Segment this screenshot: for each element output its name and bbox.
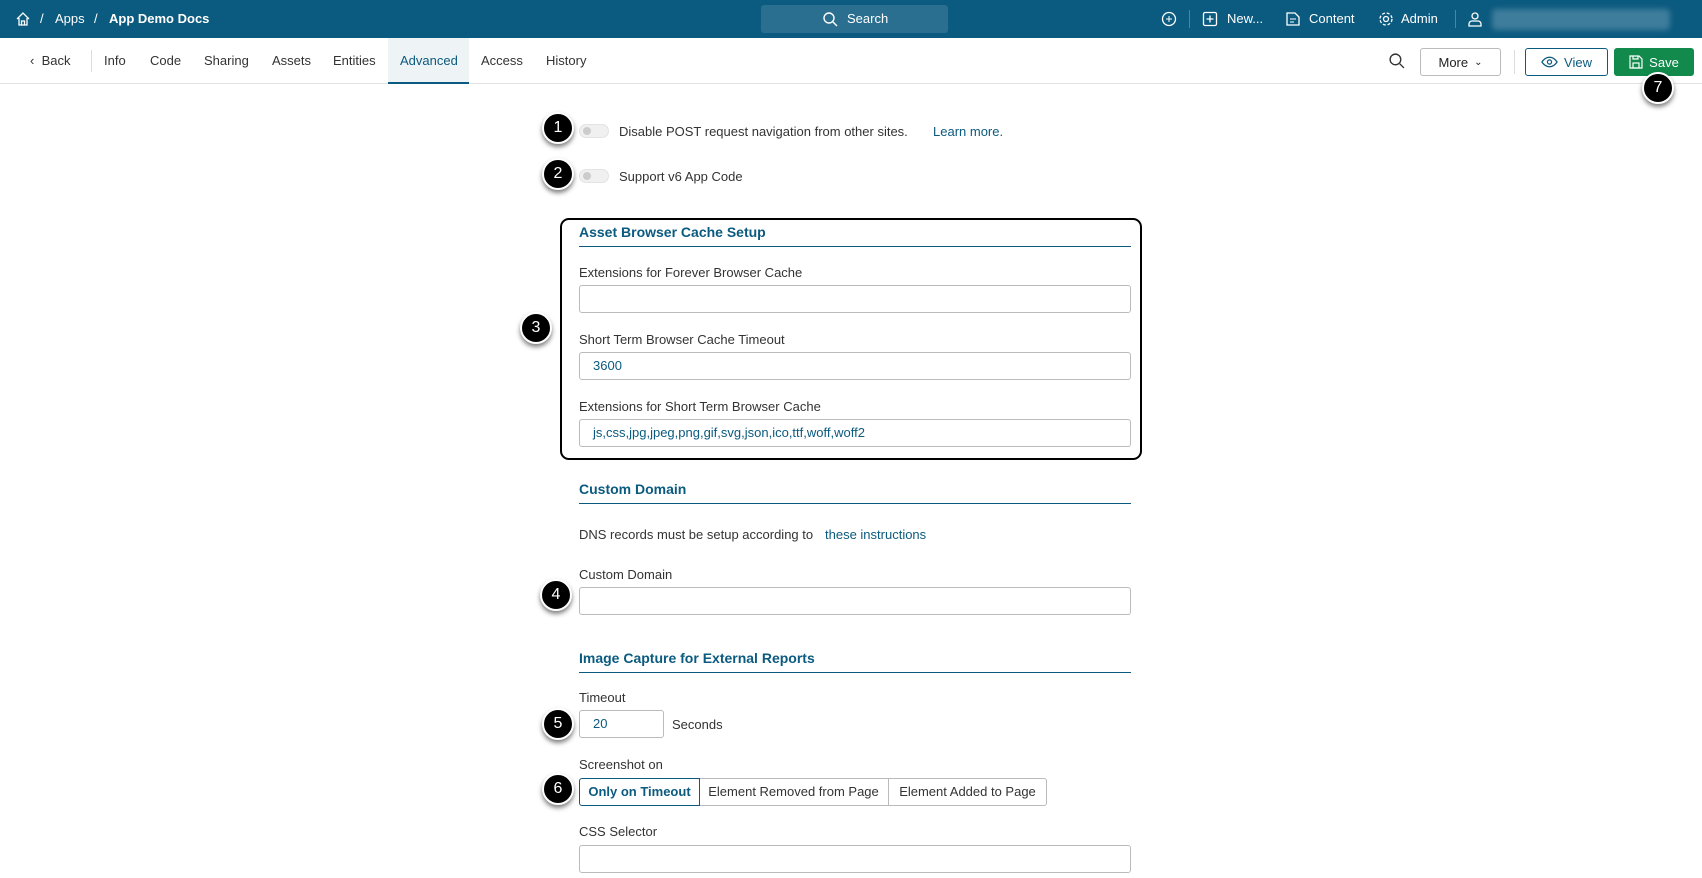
- more-label: More: [1438, 54, 1469, 70]
- asset-cache-heading: Asset Browser Cache Setup: [579, 224, 1131, 247]
- top-nav-bar: / Apps / App Demo Docs Search New... Con…: [0, 0, 1702, 38]
- dns-text: DNS records must be setup according to: [579, 527, 814, 542]
- chevron-left-icon: ‹: [30, 53, 35, 68]
- forever-cache-input[interactable]: [579, 285, 1131, 313]
- cache-timeout-label: Short Term Browser Cache Timeout: [579, 332, 785, 347]
- back-button[interactable]: ‹ Back: [18, 38, 82, 84]
- breadcrumb-current: App Demo Docs: [109, 11, 210, 26]
- timeout-label: Timeout: [579, 690, 626, 705]
- callout-1: 1: [542, 112, 574, 144]
- search-icon: [823, 12, 838, 27]
- callout-6: 6: [542, 773, 574, 805]
- custom-domain-label: Custom Domain: [579, 567, 673, 582]
- breadcrumb-sep: /: [94, 11, 98, 26]
- admin-button[interactable]: Admin: [1401, 11, 1438, 26]
- user-icon[interactable]: [1467, 11, 1483, 27]
- tab-info[interactable]: Info: [92, 38, 138, 84]
- divider: [1455, 10, 1456, 28]
- home-icon[interactable]: [15, 11, 31, 27]
- short-cache-input[interactable]: js,css,jpg,jpeg,png,gif,svg,json,ico,ttf…: [579, 419, 1131, 447]
- user-name-blurred: [1492, 9, 1670, 30]
- short-cache-label: Extensions for Short Term Browser Cache: [579, 399, 821, 414]
- breadcrumb-apps[interactable]: Apps: [55, 11, 85, 26]
- callout-7: 7: [1642, 72, 1674, 104]
- gear-icon: [1379, 12, 1393, 26]
- css-selector-label: CSS Selector: [579, 824, 658, 839]
- callout-4: 4: [540, 579, 572, 611]
- more-dropdown[interactable]: More ⌄: [1420, 48, 1501, 76]
- divider: [1514, 50, 1515, 74]
- support-v6-label: Support v6 App Code: [619, 169, 743, 184]
- content-icon: [1286, 12, 1300, 26]
- view-button[interactable]: View: [1525, 48, 1608, 76]
- ai-assistant-icon[interactable]: [1161, 11, 1177, 27]
- seconds-label: Seconds: [672, 717, 723, 732]
- cache-timeout-input[interactable]: 3600: [579, 352, 1131, 380]
- back-label: Back: [41, 53, 71, 68]
- forever-cache-label: Extensions for Forever Browser Cache: [579, 265, 803, 280]
- learn-more-link[interactable]: Learn more.: [933, 124, 1003, 139]
- support-v6-toggle[interactable]: [579, 169, 609, 183]
- search-icon[interactable]: [1388, 52, 1405, 69]
- tab-access[interactable]: Access: [469, 38, 535, 84]
- eye-icon: [1541, 56, 1558, 68]
- callout-5: 5: [542, 708, 574, 740]
- disable-post-toggle[interactable]: [579, 124, 609, 138]
- search-button[interactable]: Search: [761, 5, 948, 33]
- custom-domain-heading: Custom Domain: [579, 481, 1131, 504]
- disable-post-label: Disable POST request navigation from oth…: [619, 124, 908, 139]
- dns-instructions-link[interactable]: these instructions: [825, 527, 926, 542]
- callout-2: 2: [542, 158, 574, 190]
- tab-history[interactable]: History: [534, 38, 598, 84]
- chevron-down-icon: ⌄: [1474, 56, 1483, 68]
- tab-advanced[interactable]: Advanced: [388, 38, 469, 84]
- tab-entities[interactable]: Entities: [321, 38, 388, 84]
- option-element-added[interactable]: Element Added to Page: [888, 778, 1047, 806]
- save-icon: [1629, 55, 1643, 69]
- image-capture-heading: Image Capture for External Reports: [579, 650, 1131, 673]
- plus-icon: [1202, 11, 1218, 27]
- custom-domain-input[interactable]: [579, 587, 1131, 615]
- save-label: Save: [1649, 54, 1679, 70]
- css-selector-input[interactable]: [579, 845, 1131, 873]
- view-label: View: [1564, 54, 1592, 70]
- callout-3: 3: [520, 312, 552, 344]
- tab-code[interactable]: Code: [138, 38, 193, 84]
- tab-assets[interactable]: Assets: [260, 38, 323, 84]
- content-button[interactable]: Content: [1309, 11, 1355, 26]
- option-only-on-timeout[interactable]: Only on Timeout: [579, 778, 700, 806]
- screenshot-on-label: Screenshot on: [579, 757, 663, 772]
- new-button[interactable]: New...: [1227, 11, 1263, 26]
- tab-sharing[interactable]: Sharing: [192, 38, 261, 84]
- search-label: Search: [847, 11, 889, 26]
- breadcrumb-sep: /: [40, 11, 44, 26]
- divider: [1189, 10, 1190, 28]
- option-element-removed[interactable]: Element Removed from Page: [699, 778, 889, 806]
- tab-bar: ‹ Back Info Code Sharing Assets Entities…: [0, 38, 1702, 84]
- timeout-input[interactable]: 20: [579, 710, 664, 738]
